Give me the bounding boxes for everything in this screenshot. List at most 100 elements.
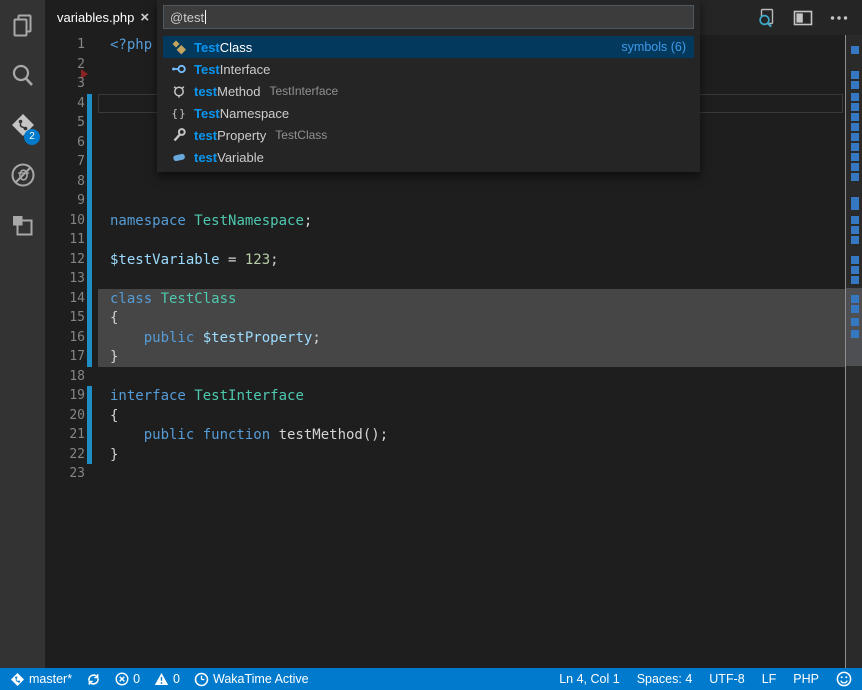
ruler-modified-mark: [851, 163, 859, 171]
status-label: UTF-8: [709, 672, 744, 686]
line-number[interactable]: 22: [45, 445, 85, 465]
line-number[interactable]: 18: [45, 367, 85, 387]
git-branch-icon: [10, 672, 25, 687]
smiley-icon: [836, 671, 852, 687]
quick-open-item-testVariable[interactable]: testVariable: [163, 146, 694, 168]
code-text: {: [110, 406, 118, 426]
line-number[interactable]: 19: [45, 386, 85, 406]
line-number[interactable]: 14: [45, 289, 85, 309]
activity-bar-item-debug[interactable]: [0, 150, 45, 200]
ruler-modified-mark: [851, 266, 859, 274]
ruler-modified-mark: [851, 276, 859, 284]
ruler-modified-mark: [851, 93, 859, 101]
activity-bar-item-extensions[interactable]: [0, 200, 45, 250]
class-icon: [171, 39, 187, 55]
find-button[interactable]: [754, 5, 780, 31]
quick-open-list: TestClasssymbols (6)TestInterfacetestMet…: [163, 36, 694, 168]
ruler-modified-mark: [851, 216, 859, 224]
line-number[interactable]: 12: [45, 250, 85, 270]
warning-icon: [154, 672, 169, 686]
ruler-modified-mark: [851, 46, 859, 54]
line-number[interactable]: 2: [45, 55, 85, 75]
line-number[interactable]: 5: [45, 113, 85, 133]
ruler-modified-mark: [851, 123, 859, 131]
status-git-branch[interactable]: master*: [10, 672, 72, 687]
line-number[interactable]: 16: [45, 328, 85, 348]
quick-open-item-testMethod[interactable]: testMethodTestInterface: [163, 80, 694, 102]
line-number[interactable]: 6: [45, 133, 85, 153]
line-number[interactable]: 20: [45, 406, 85, 426]
ruler-modified-mark: [851, 236, 859, 244]
status-language-mode[interactable]: PHP: [793, 672, 819, 686]
code-text: interface TestInterface: [110, 386, 304, 406]
activity-bar-item-explorer[interactable]: [0, 0, 45, 50]
status-feedback[interactable]: [836, 671, 852, 687]
ruler-modified-mark: [851, 173, 859, 181]
line-number[interactable]: 7: [45, 152, 85, 172]
split-editor-icon: [793, 9, 813, 27]
editor-line-22: 22}: [45, 445, 845, 465]
editor-line-9: 9: [45, 191, 845, 211]
clock-icon: [194, 672, 209, 687]
line-number[interactable]: 15: [45, 308, 85, 328]
editor-line-23: 23: [45, 464, 845, 484]
split-editor-button[interactable]: [790, 5, 816, 31]
line-number[interactable]: 9: [45, 191, 85, 211]
code-text: {: [110, 308, 118, 328]
ruler-modified-mark: [851, 256, 859, 264]
line-number[interactable]: 17: [45, 347, 85, 367]
editor-line-16: 16 public $testProperty;: [45, 328, 845, 348]
status-warnings[interactable]: 0: [154, 672, 180, 686]
line-number[interactable]: 23: [45, 464, 85, 484]
more-actions-button[interactable]: [826, 5, 852, 31]
line-number[interactable]: 3: [45, 74, 85, 94]
activity-bar-item-source-control[interactable]: 2: [0, 100, 45, 150]
line-number[interactable]: 8: [45, 172, 85, 192]
debug-icon: [9, 161, 37, 189]
ruler-modified-mark: [851, 103, 859, 111]
symbol-detail: TestInterface: [270, 84, 339, 98]
status-label: master*: [29, 672, 72, 686]
status-label: Spaces: 4: [637, 672, 693, 686]
status-sync[interactable]: [86, 672, 101, 687]
status-wakatime[interactable]: WakaTime Active: [194, 672, 309, 687]
symbol-label: TestInterface: [194, 62, 270, 77]
status-indentation[interactable]: Spaces: 4: [637, 672, 693, 686]
variable-icon: [171, 149, 187, 165]
close-icon[interactable]: ×: [140, 10, 149, 25]
editor-line-15: 15 {: [45, 308, 845, 328]
status-cursor-position[interactable]: Ln 4, Col 1: [559, 672, 619, 686]
quick-open-item-TestInterface[interactable]: TestInterface: [163, 58, 694, 80]
quick-open-item-TestClass[interactable]: TestClasssymbols (6): [163, 36, 694, 58]
line-number[interactable]: 10: [45, 211, 85, 231]
line-number[interactable]: 13: [45, 269, 85, 289]
line-number[interactable]: 1: [45, 35, 85, 55]
quick-open-item-testProperty[interactable]: testPropertyTestClass: [163, 124, 694, 146]
status-eol[interactable]: LF: [762, 672, 777, 686]
quick-open-input[interactable]: @test: [163, 5, 694, 29]
method-icon: [171, 83, 187, 99]
status-bar-left: master* 00 WakaTime Active: [10, 672, 309, 687]
status-errors[interactable]: 0: [115, 672, 140, 686]
editor-line-8: 8: [45, 172, 845, 192]
ruler-modified-mark: [851, 143, 859, 151]
files-icon: [9, 12, 36, 39]
ruler-modified-mark: [851, 197, 859, 210]
line-number[interactable]: 4: [45, 94, 85, 114]
quick-open-item-TestNamespace[interactable]: {}TestNamespace: [163, 102, 694, 124]
activity-bar: 2: [0, 0, 45, 668]
editor-line-19: 19 interface TestInterface: [45, 386, 845, 406]
symbol-label: testVariable: [194, 150, 264, 165]
ruler-modified-mark: [851, 318, 859, 326]
quick-open-query: @test: [170, 10, 204, 25]
tab-label: variables.php: [57, 10, 134, 25]
overview-ruler[interactable]: [845, 35, 862, 668]
status-encoding[interactable]: UTF-8: [709, 672, 744, 686]
editor-line-17: 17}: [45, 347, 845, 367]
tab-variables-php[interactable]: variables.php ×: [45, 0, 157, 35]
activity-bar-item-search[interactable]: [0, 50, 45, 100]
ruler-modified-mark: [851, 133, 859, 141]
line-number[interactable]: 21: [45, 425, 85, 445]
symbol-detail: TestClass: [275, 128, 327, 142]
line-number[interactable]: 11: [45, 230, 85, 250]
